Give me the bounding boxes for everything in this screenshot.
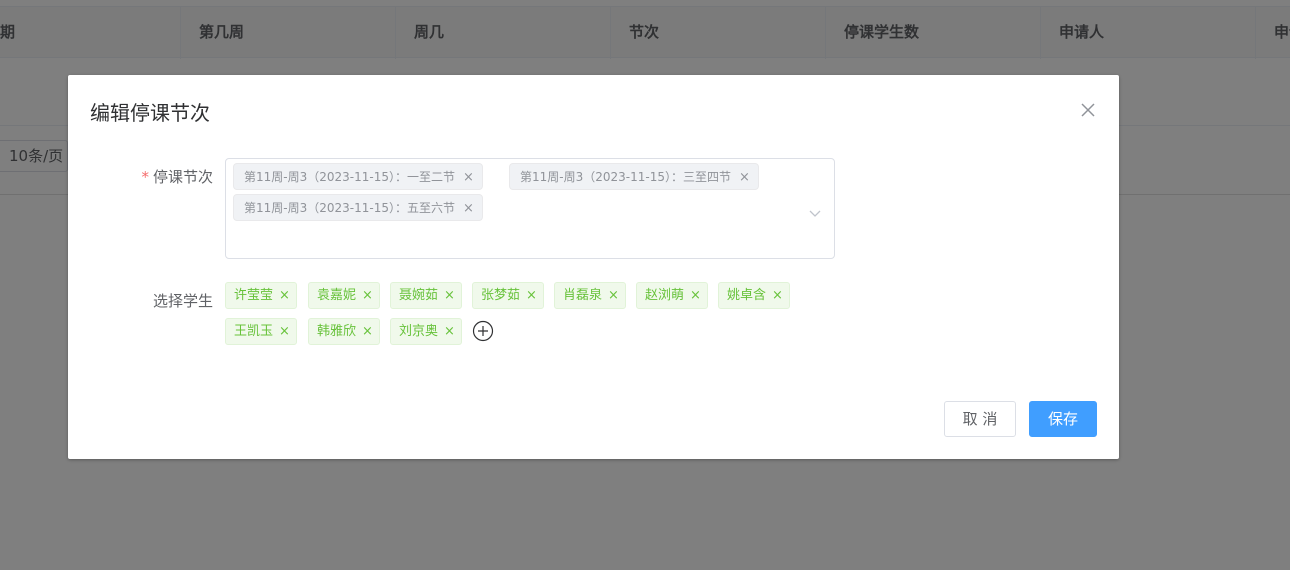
tag-close-icon[interactable]: × [526,283,537,308]
selected-period-label: 第11周-周3（2023-11-15）：三至四节 [520,170,731,184]
student-tag: 王凯玉 × [225,318,297,345]
cancel-button[interactable]: 取 消 [944,401,1016,437]
selected-period-label: 第11周-周3（2023-11-15）：五至六节 [244,201,455,215]
students-label: 选择学生 [152,292,213,310]
periods-label: * 停课节次 [93,166,213,187]
student-name: 袁嘉妮 [317,288,357,303]
tag-close-icon[interactable]: × [463,164,474,191]
periods-label-text: 停课节次 [152,168,213,186]
student-name: 许莹莹 [234,288,274,303]
selected-period-label: 第11周-周3（2023-11-15）：一至二节 [244,170,455,184]
required-mark: * [141,168,149,186]
save-button[interactable]: 保存 [1029,401,1097,437]
student-tag: 刘京奥 × [390,318,462,345]
student-name: 肖磊泉 [563,288,603,303]
student-tag: 韩雅欣 × [308,318,380,345]
student-name: 姚卓含 [727,288,767,303]
tag-close-icon[interactable]: × [444,283,455,308]
student-name: 韩雅欣 [317,324,357,339]
dialog-title: 编辑停课节次 [90,101,210,125]
close-icon[interactable] [1077,99,1099,121]
tag-close-icon[interactable]: × [279,283,290,308]
tag-close-icon[interactable]: × [362,319,373,344]
plus-circle-icon[interactable] [472,320,494,342]
selected-period-tag: 第11周-周3（2023-11-15）：三至四节 × [509,163,759,190]
tag-close-icon[interactable]: × [279,319,290,344]
selected-period-tag: 第11周-周3（2023-11-15）：一至二节 × [233,163,483,190]
chevron-down-icon[interactable] [808,203,822,217]
student-tag: 聂婉茹 × [390,282,462,309]
student-name: 王凯玉 [234,324,274,339]
tag-close-icon[interactable]: × [463,195,474,222]
student-tag: 姚卓含 × [718,282,790,309]
student-name: 张梦茹 [481,288,521,303]
tag-close-icon[interactable]: × [444,319,455,344]
tag-close-icon[interactable]: × [690,283,701,308]
student-name: 赵浏萌 [645,288,685,303]
student-tag: 赵浏萌 × [636,282,708,309]
periods-multi-select[interactable]: 第11周-周3（2023-11-15）：一至二节 × 第11周-周3（2023-1… [225,158,835,259]
student-tag: 张梦茹 × [472,282,544,309]
edit-period-dialog: 编辑停课节次 * 停课节次 第11周-周3（2023-11-15）：一至二节 × 第… [68,75,1119,459]
tag-close-icon[interactable]: × [772,283,783,308]
tag-close-icon[interactable]: × [608,283,619,308]
student-tag: 肖磊泉 × [554,282,626,309]
selected-period-tag: 第11周-周3（2023-11-15）：五至六节 × [233,194,483,221]
tag-close-icon[interactable]: × [362,283,373,308]
tag-close-icon[interactable]: × [739,164,750,191]
student-tag: 袁嘉妮 × [308,282,380,309]
student-name: 刘京奥 [399,324,439,339]
student-name: 聂婉茹 [399,288,439,303]
student-tag: 许莹莹 × [225,282,297,309]
